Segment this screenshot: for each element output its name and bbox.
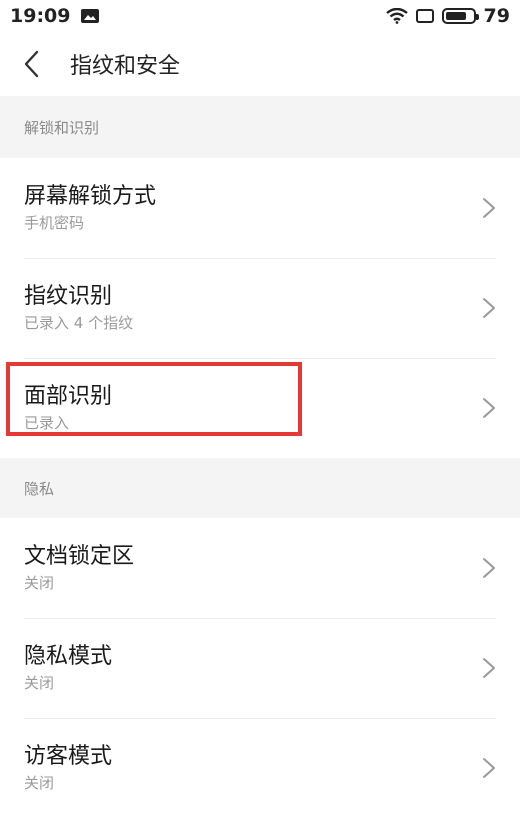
wifi-icon — [385, 8, 408, 24]
row-document-lock[interactable]: 文档锁定区 关闭 — [0, 518, 520, 618]
status-left: 19:09 — [10, 5, 100, 27]
chevron-right-icon — [483, 198, 495, 218]
status-time: 19:09 — [10, 5, 71, 27]
chevron-right-icon — [483, 558, 495, 578]
row-title: 文档锁定区 — [24, 544, 135, 569]
row-subtitle: 关闭 — [24, 574, 55, 592]
back-arrow-icon[interactable] — [16, 46, 46, 82]
row-subtitle: 已录入 — [24, 414, 70, 432]
chevron-right-icon — [483, 658, 495, 678]
row-face-recognition[interactable]: 面部识别 已录入 — [0, 358, 520, 458]
battery-level: 79 — [483, 5, 510, 27]
row-subtitle: 手机密码 — [24, 214, 85, 232]
row-guest-mode[interactable]: 访客模式 关闭 — [0, 718, 520, 818]
nav-bar: 指纹和安全 — [0, 32, 520, 96]
image-notification-icon — [81, 9, 100, 23]
row-screen-lock-method[interactable]: 屏幕解锁方式 手机密码 — [0, 158, 520, 258]
row-subtitle: 已录入 4 个指纹 — [24, 314, 134, 332]
row-title: 隐私模式 — [24, 644, 113, 669]
screen-icon — [415, 9, 434, 23]
status-right: 79 — [385, 5, 510, 27]
chevron-right-icon — [483, 398, 495, 418]
row-subtitle: 关闭 — [24, 774, 55, 792]
row-title: 面部识别 — [24, 384, 113, 409]
chevron-right-icon — [483, 298, 495, 318]
section-header-unlock: 解锁和识别 — [0, 96, 520, 158]
chevron-right-icon — [483, 758, 495, 778]
row-title: 指纹识别 — [24, 284, 113, 309]
section-header-privacy: 隐私 — [0, 458, 520, 518]
row-title: 访客模式 — [24, 744, 113, 769]
battery-icon — [441, 8, 479, 24]
page-title: 指纹和安全 — [70, 54, 181, 79]
row-privacy-mode[interactable]: 隐私模式 关闭 — [0, 618, 520, 718]
row-fingerprint[interactable]: 指纹识别 已录入 4 个指纹 — [0, 258, 520, 358]
status-bar: 19:09 79 — [0, 0, 520, 32]
row-subtitle: 关闭 — [24, 674, 55, 692]
row-title: 屏幕解锁方式 — [24, 184, 157, 209]
